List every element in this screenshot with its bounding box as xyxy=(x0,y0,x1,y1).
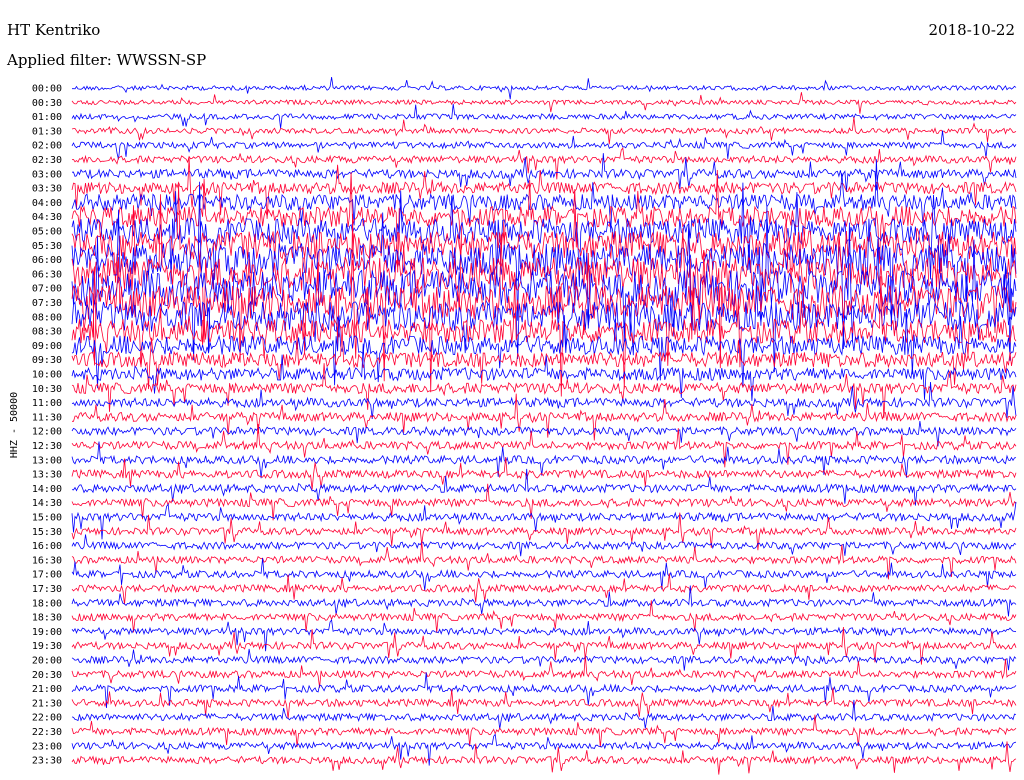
row-time-label: 22:00 xyxy=(32,713,62,724)
row-time-label: 15:30 xyxy=(32,527,62,538)
row-time-label: 17:00 xyxy=(32,570,62,581)
trace-row-1930 xyxy=(71,626,1017,665)
row-time-label: 20:00 xyxy=(32,656,62,667)
row-time-label: 03:30 xyxy=(32,184,62,195)
row-time-label: 00:00 xyxy=(32,84,62,95)
helicorder-chart: 00:00 00:30 01:00 01:30 02:00 02:30 03:00 03:30… xyxy=(6,21,1017,775)
trace-row-1500 xyxy=(71,501,1017,540)
trace-row-1600 xyxy=(71,534,1017,557)
row-time-label: 12:30 xyxy=(32,441,62,452)
row-time-label: 19:00 xyxy=(32,627,62,638)
row-time-label: 11:00 xyxy=(32,398,62,409)
row-time-label: 21:00 xyxy=(32,684,62,695)
row-time-label: 13:30 xyxy=(32,470,62,481)
row-time-label: 10:00 xyxy=(32,370,62,381)
row-time-label: 13:00 xyxy=(32,455,62,466)
row-time-label: 04:30 xyxy=(32,212,62,223)
row-time-label: 05:00 xyxy=(32,227,62,238)
row-time-label: 02:00 xyxy=(32,141,62,152)
row-time-label: 19:30 xyxy=(32,641,62,652)
row-time-label: 01:30 xyxy=(32,126,62,137)
row-time-label: 08:00 xyxy=(32,312,62,323)
row-time-label: 00:30 xyxy=(32,98,62,109)
row-time-label: 11:30 xyxy=(32,412,62,423)
row-time-label: 12:00 xyxy=(32,427,62,438)
trace-row-0930 xyxy=(71,327,1017,390)
trace-row-0000 xyxy=(71,76,1017,100)
row-time-label: 08:30 xyxy=(32,327,62,338)
time-tick-labels: 00:00 00:30 01:00 01:30 02:00 02:30 03:00 03:30… xyxy=(32,84,62,767)
trace-row-0200 xyxy=(71,130,1017,160)
station-title: HT Kentriko xyxy=(7,21,100,39)
row-time-label: 09:00 xyxy=(32,341,62,352)
trace-row-1230 xyxy=(71,423,1017,468)
date-label: 2018-10-22 xyxy=(929,21,1015,39)
y-axis-label: HHZ - 50000 xyxy=(9,392,20,458)
row-time-label: 02:30 xyxy=(32,155,62,166)
row-time-label: 06:00 xyxy=(32,255,62,266)
trace-rows xyxy=(71,76,1017,775)
trace-row-1900 xyxy=(71,619,1017,652)
row-time-label: 21:30 xyxy=(32,698,62,709)
row-time-label: 04:00 xyxy=(32,198,62,209)
row-time-label: 23:30 xyxy=(32,756,62,767)
trace-row-1800 xyxy=(71,585,1017,617)
row-time-label: 05:30 xyxy=(32,241,62,252)
trace-row-0030 xyxy=(71,92,1017,114)
trace-row-0700 xyxy=(71,205,1017,361)
trace-row-0230 xyxy=(71,147,1017,180)
row-time-label: 09:30 xyxy=(32,355,62,366)
row-time-label: 14:00 xyxy=(32,484,62,495)
trace-row-0100 xyxy=(71,103,1017,129)
row-time-label: 06:30 xyxy=(32,269,62,280)
filter-label: Applied filter: WWSSN-SP xyxy=(6,51,206,69)
row-time-label: 16:30 xyxy=(32,555,62,566)
row-time-label: 17:30 xyxy=(32,584,62,595)
row-time-label: 16:00 xyxy=(32,541,62,552)
row-time-label: 10:30 xyxy=(32,384,62,395)
trace-row-0330 xyxy=(71,157,1017,219)
row-time-label: 07:00 xyxy=(32,284,62,295)
trace-row-0130 xyxy=(71,116,1017,145)
trace-row-2200 xyxy=(71,699,1017,730)
row-time-label: 23:00 xyxy=(32,741,62,752)
trace-row-1330 xyxy=(71,456,1017,490)
row-time-label: 03:00 xyxy=(32,169,62,180)
row-time-label: 15:00 xyxy=(32,513,62,524)
row-time-label: 20:30 xyxy=(32,670,62,681)
row-time-label: 14:30 xyxy=(32,498,62,509)
trace-row-2230 xyxy=(71,714,1017,748)
row-time-label: 07:30 xyxy=(32,298,62,309)
trace-row-1700 xyxy=(71,557,1017,591)
row-time-label: 18:00 xyxy=(32,598,62,609)
row-time-label: 18:30 xyxy=(32,613,62,624)
row-time-label: 22:30 xyxy=(32,727,62,738)
row-time-label: 01:00 xyxy=(32,112,62,123)
